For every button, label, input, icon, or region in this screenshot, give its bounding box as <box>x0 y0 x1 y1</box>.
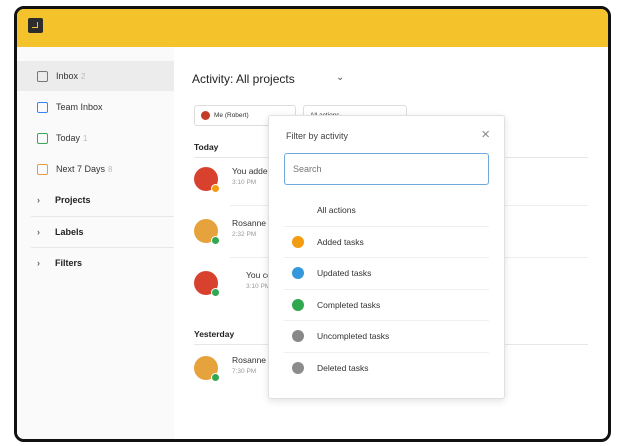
deleted-tasks-icon <box>292 362 304 375</box>
activity-description: Rosanne c <box>232 355 273 365</box>
added-tasks-icon <box>292 235 304 248</box>
sidebar-item-label: Filters <box>55 258 83 268</box>
sidebar-item-label: Labels <box>55 227 84 237</box>
sidebar-item-label: Projects <box>55 195 91 205</box>
uncompleted-tasks-icon <box>292 330 304 343</box>
activity-item[interactable]: You cor 3:10 PM <box>194 269 275 305</box>
filter-option-uncompleted-tasks[interactable]: Uncompleted tasks <box>284 321 489 353</box>
updated-tasks-icon <box>292 267 304 280</box>
chevron-right-icon: › <box>37 227 40 237</box>
activity-time: 3:10 PM <box>232 179 257 186</box>
activity-text: Rosanne c 7:30 PM <box>232 354 273 378</box>
section-heading-today: Today <box>194 142 219 152</box>
activity-time: 7:30 PM <box>232 368 257 375</box>
filter-option-completed-tasks[interactable]: Completed tasks <box>284 290 489 321</box>
completed-tasks-icon <box>292 298 304 311</box>
completed-badge-icon <box>211 373 220 382</box>
completed-badge-icon <box>211 236 220 245</box>
section-heading-yesterday: Yesterday <box>194 329 235 339</box>
sidebar-item-inbox[interactable]: Inbox 2 <box>17 61 174 91</box>
activity-item[interactable]: You added 3:10 PM <box>194 165 272 201</box>
filter-option-label: Completed tasks <box>317 299 381 310</box>
avatar <box>194 271 220 297</box>
chevron-down-icon[interactable]: ⌄ <box>336 72 344 83</box>
team-inbox-icon <box>37 101 48 113</box>
user-filter-label: Me (Robert) <box>214 112 249 119</box>
filter-option-deleted-tasks[interactable]: Deleted tasks <box>284 353 489 385</box>
sidebar-item-labels[interactable]: › Labels <box>17 217 174 247</box>
sidebar-item-label: Inbox <box>56 71 79 81</box>
completed-badge-icon <box>211 288 220 297</box>
inbox-icon <box>37 70 48 82</box>
chevron-right-icon: › <box>37 195 40 205</box>
sidebar-item-team-inbox[interactable]: Team Inbox <box>17 92 174 122</box>
avatar <box>194 167 220 193</box>
sidebar-item-label: Next 7 Days <box>56 164 106 174</box>
top-bar <box>17 9 608 47</box>
avatar <box>194 219 220 245</box>
activity-text: You added 3:10 PM <box>232 165 272 189</box>
sidebar-item-today[interactable]: Today 1 <box>17 123 174 153</box>
filter-option-added-tasks[interactable]: Added tasks <box>284 227 489 258</box>
page-title: Activity: All projects <box>192 72 295 86</box>
popup-title: Filter by activity <box>286 131 349 141</box>
sidebar-item-label: Today <box>56 133 81 143</box>
activity-text: Rosanne c 2:32 PM <box>232 217 273 241</box>
activity-filter-list: All actions Added tasks Updated tasks Co… <box>284 195 489 384</box>
sidebar: Inbox 2 Team Inbox Today 1 Next 7 Days 8… <box>17 47 174 439</box>
avatar <box>201 111 210 120</box>
sidebar-item-filters[interactable]: › Filters <box>17 248 174 278</box>
calendar-week-icon <box>37 163 48 175</box>
activity-description: Rosanne c <box>232 218 273 228</box>
sidebar-count: 1 <box>83 133 88 143</box>
filter-option-label: All actions <box>317 205 356 216</box>
avatar <box>194 356 220 382</box>
sidebar-item-projects[interactable]: › Projects <box>17 185 174 215</box>
filter-option-all-actions[interactable]: All actions <box>284 195 489 227</box>
activity-time: 2:32 PM <box>232 231 257 238</box>
calendar-today-icon <box>37 132 48 144</box>
filter-by-activity-popup: Filter by activity × All actions Added t… <box>268 115 505 399</box>
filter-option-label: Updated tasks <box>317 268 372 279</box>
filter-option-label: Added tasks <box>317 236 364 247</box>
filter-option-label: Uncompleted tasks <box>317 331 390 342</box>
activity-description: You added <box>232 166 273 176</box>
filter-option-label: Deleted tasks <box>317 363 369 374</box>
search-input[interactable] <box>284 153 489 185</box>
chevron-right-icon: › <box>37 258 40 268</box>
app-logo-icon[interactable] <box>28 18 43 33</box>
activity-item[interactable]: Rosanne c 7:30 PM <box>194 354 273 390</box>
added-badge-icon <box>211 184 220 193</box>
sidebar-count: 8 <box>108 164 113 174</box>
filter-option-updated-tasks[interactable]: Updated tasks <box>284 258 489 290</box>
close-icon[interactable]: × <box>481 126 490 143</box>
activity-item[interactable]: Rosanne c 2:32 PM <box>194 217 273 253</box>
sidebar-count: 2 <box>81 71 86 81</box>
sidebar-item-next-7-days[interactable]: Next 7 Days 8 <box>17 154 174 184</box>
sidebar-item-label: Team Inbox <box>56 102 103 112</box>
